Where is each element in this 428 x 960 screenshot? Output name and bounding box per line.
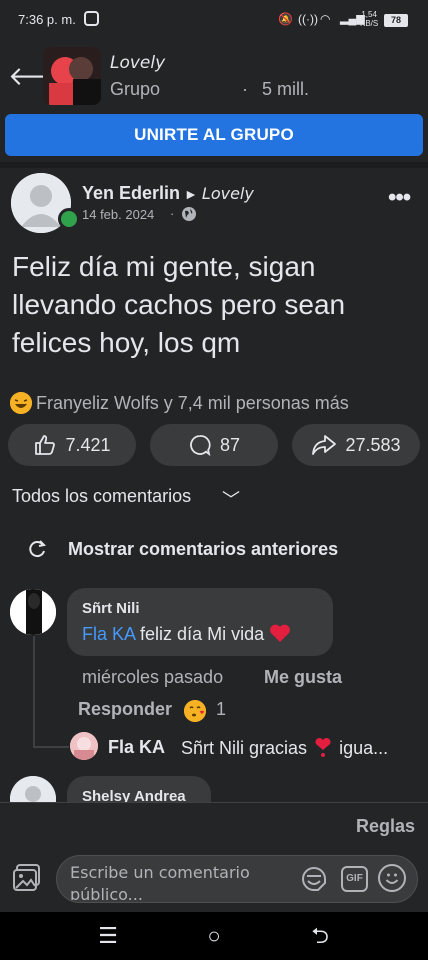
reply-text[interactable]: Sñrt Nili gracias igua... [181,737,411,759]
arrow-right-icon: ► [184,186,198,202]
rules-link[interactable]: Reglas [356,816,415,837]
chevron-down-icon[interactable]: ﹀ [222,486,240,512]
like-button[interactable]: 7.421 [8,424,136,466]
comment-timestamp: miércoles pasado [82,667,224,687]
post-target-group[interactable]: Lovely [202,184,254,203]
group-name[interactable]: Lovely [110,53,165,73]
battery-icon: 78 [384,14,408,27]
mute-icon: 🔕 [278,12,293,26]
comment-bubble [67,588,333,656]
thread-line [33,636,35,748]
reply-avatar[interactable] [70,732,98,760]
comments-filter[interactable]: Todos los comentarios [12,486,191,507]
heart-exclamation-icon [315,737,331,757]
comment-body: feliz día Mi vida [140,624,265,644]
comment-avatar[interactable] [10,589,56,635]
thread-branch [33,746,69,748]
like-count: 7.421 [65,434,111,455]
comment-author[interactable]: Sñrt Nili [82,600,140,617]
reactions-summary[interactable]: Franyeliz Wolfs y 7,4 mil personas más [36,393,349,414]
comment-bubble-icon [190,435,211,457]
share-arrow-icon [312,435,337,455]
comment-button[interactable]: 87 [150,424,278,466]
group-members-count: 5 mill. [262,79,310,99]
emoji-icon[interactable] [378,864,406,892]
network-speed: 1,54 KB/S [360,10,379,28]
status-time: 7:36 p. m. [18,12,76,27]
comment-reply-button[interactable]: Responder [78,699,172,720]
post-author-name[interactable]: Yen Ederlin [82,183,180,203]
kiss-reaction-icon[interactable] [184,700,206,722]
comment-like-button[interactable]: Me gusta [264,667,342,688]
comment-text: Fla KA feliz día Mi vida [82,623,291,645]
group-cover-thumbnail[interactable] [43,47,101,105]
back-arrow-icon[interactable]: 🡐 [8,58,78,94]
haha-reaction-icon [10,392,32,414]
reply-body: Sñrt Nili gracias [181,738,308,758]
header-separator: · [242,79,248,99]
more-options-icon[interactable]: ••• [388,184,411,212]
reply-author[interactable]: Fla KA [108,737,165,758]
post-body-text: Feliz día mi gente, sigan llevando cacho… [12,251,346,358]
reply-body-tail: igua... [339,738,389,758]
post-date-separator: · [170,206,175,221]
refresh-icon [29,540,47,558]
show-previous-comments[interactable]: Mostrar comentarios anteriores [68,539,338,560]
back-nav-icon[interactable]: ⮌ [300,920,340,952]
comment-mention[interactable]: Fla KA [82,624,135,644]
globe-icon [182,207,196,221]
section-divider [0,162,428,168]
messenger-notification-icon [84,11,99,26]
post-date[interactable]: 14 feb. 2024 [82,207,154,222]
wifi-icon: ◠ [320,12,331,26]
heart-emoji-icon [270,624,291,642]
online-status-indicator [58,208,80,230]
share-count: 27.583 [345,434,401,455]
sticker-icon[interactable] [299,864,329,894]
comment-input-placeholder[interactable]: Escribe un comentario público... [70,862,290,900]
comment-reaction-count: 1 [216,699,227,719]
photo-gallery-icon[interactable] [12,862,44,894]
share-button[interactable]: 27.583 [292,424,420,466]
join-group-button[interactable]: UNIRTE AL GRUPO [5,114,423,156]
hotspot-icon: ((·)) [298,12,318,26]
gif-button[interactable]: GIF [341,866,368,892]
group-type: Grupo [110,79,161,99]
recent-apps-icon[interactable]: ☰ [88,920,128,952]
comment-count: 87 [219,434,241,455]
thumbs-up-icon [35,435,56,455]
post-author-line: Yen Ederlin ► Lovely [82,183,254,204]
home-icon[interactable]: ○ [194,920,234,952]
